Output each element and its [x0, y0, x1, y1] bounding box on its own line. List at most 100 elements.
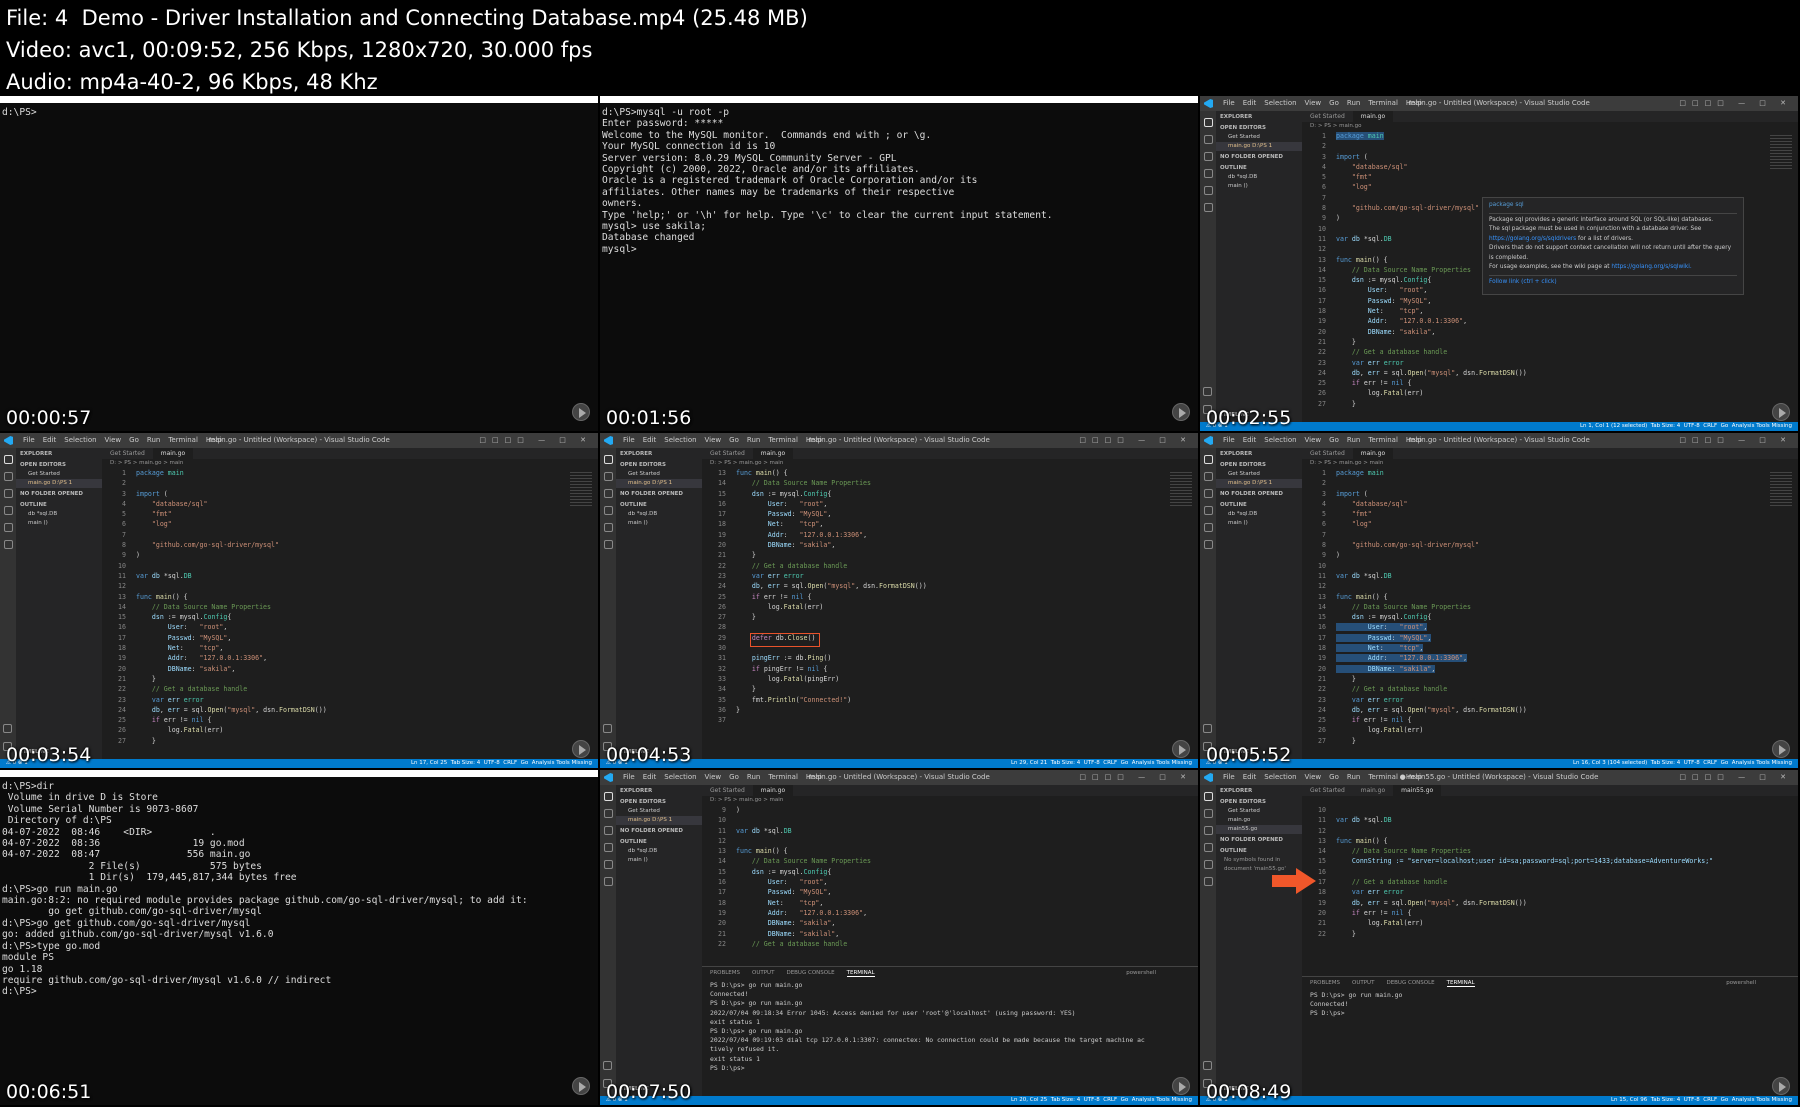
- tab-main[interactable]: main.go: [1353, 785, 1393, 796]
- outline-main[interactable]: main (): [1216, 519, 1302, 528]
- testing-icon[interactable]: [3, 540, 13, 549]
- extensions-icon[interactable]: [1203, 523, 1213, 532]
- status-tab-size[interactable]: Tab Size: 4: [1651, 760, 1680, 766]
- outline-db[interactable]: db *sql.DB: [1216, 173, 1302, 182]
- status-encoding[interactable]: UTF-8: [1684, 423, 1700, 429]
- open-editors-section[interactable]: OPEN EDITORS: [1216, 461, 1302, 470]
- open-editor-main[interactable]: main.go D:\PS 1: [616, 816, 702, 825]
- outline-section[interactable]: OUTLINE: [1216, 501, 1302, 510]
- menu-edit[interactable]: Edit: [1243, 96, 1257, 111]
- open-editors-section[interactable]: OPEN EDITORS: [16, 461, 102, 470]
- no-folder-section[interactable]: NO FOLDER OPENED: [16, 490, 102, 499]
- testing-icon[interactable]: [1203, 203, 1213, 212]
- status-tab-size[interactable]: Tab Size: 4: [1651, 1097, 1680, 1103]
- no-folder-section[interactable]: NO FOLDER OPENED: [1216, 836, 1302, 845]
- play-icon[interactable]: [572, 403, 590, 421]
- status-eol[interactable]: CRLF: [503, 760, 517, 766]
- video-thumbnail[interactable]: d:\PS>mysql -u root -p Enter password: **…: [600, 96, 1198, 431]
- run-debug-icon[interactable]: [603, 843, 613, 852]
- tab-main[interactable]: main.go: [752, 785, 794, 796]
- status-tab-size[interactable]: Tab Size: 4: [1651, 423, 1680, 429]
- tab-main[interactable]: main.go: [1352, 448, 1394, 459]
- testing-icon[interactable]: [1203, 540, 1213, 549]
- tab-get-started[interactable]: Get Started: [702, 448, 753, 459]
- panel-tab-terminal[interactable]: TERMINAL: [1446, 980, 1475, 987]
- panel-shell[interactable]: powershell: [1726, 977, 1756, 989]
- search-icon[interactable]: [3, 472, 13, 481]
- play-icon[interactable]: [1772, 740, 1790, 758]
- menu-file[interactable]: File: [1223, 433, 1235, 448]
- open-editor-get-started[interactable]: Get Started: [616, 470, 702, 479]
- menu-file[interactable]: File: [623, 770, 635, 785]
- play-icon[interactable]: [1172, 740, 1190, 758]
- play-icon[interactable]: [572, 740, 590, 758]
- menu-run[interactable]: Run: [1347, 96, 1360, 111]
- tab-main[interactable]: main.go: [752, 448, 794, 459]
- menu-run[interactable]: Run: [1347, 433, 1360, 448]
- testing-icon[interactable]: [1203, 877, 1213, 886]
- status-analysis[interactable]: Analysis Tools Missing: [1732, 1097, 1792, 1103]
- status-encoding[interactable]: UTF-8: [1084, 760, 1100, 766]
- window-controls-icon[interactable]: □□□□ — □ ✕: [1079, 433, 1192, 448]
- status-analysis[interactable]: Analysis Tools Missing: [1132, 1097, 1192, 1103]
- menu-terminal[interactable]: Terminal: [768, 770, 798, 785]
- menu-edit[interactable]: Edit: [43, 433, 57, 448]
- status-cursor[interactable]: Ln 15, Col 96: [1611, 1097, 1647, 1103]
- breadcrumb[interactable]: D: > PS > main.go: [1302, 122, 1798, 131]
- extensions-icon[interactable]: [603, 523, 613, 532]
- breadcrumb[interactable]: D: > PS > main.go > main: [702, 796, 1198, 805]
- video-thumbnail[interactable]: File Edit Selection View Go Run Terminal Help ma…: [0, 433, 598, 768]
- open-editors-section[interactable]: OPEN EDITORS: [1216, 124, 1302, 133]
- outline-section[interactable]: OUTLINE: [616, 501, 702, 510]
- menu-view[interactable]: View: [105, 433, 122, 448]
- status-eol[interactable]: CRLF: [1103, 760, 1117, 766]
- open-editor-get-started[interactable]: Get Started: [1216, 470, 1302, 479]
- menu-selection[interactable]: Selection: [64, 433, 96, 448]
- window-controls-icon[interactable]: □□□□ — □ ✕: [1679, 433, 1792, 448]
- status-language[interactable]: Go: [1121, 760, 1129, 766]
- outline-db[interactable]: db *sql.DB: [616, 510, 702, 519]
- account-icon[interactable]: [603, 724, 612, 733]
- status-cursor[interactable]: Ln 1, Col 1 (12 selected): [1580, 423, 1647, 429]
- extensions-icon[interactable]: [1203, 186, 1213, 195]
- panel-tab-debug-console[interactable]: DEBUG CONSOLE: [786, 970, 834, 976]
- menu-view[interactable]: View: [1305, 770, 1322, 785]
- panel-shell[interactable]: powershell: [1126, 967, 1156, 979]
- breadcrumb[interactable]: D: > PS > main.go > main: [702, 459, 1198, 468]
- breadcrumb[interactable]: D: > PS > main.go > main: [102, 459, 598, 468]
- open-editors-section[interactable]: OPEN EDITORS: [616, 798, 702, 807]
- source-control-icon[interactable]: [1203, 826, 1213, 835]
- menu-terminal[interactable]: Terminal: [1368, 96, 1398, 111]
- open-editor-main[interactable]: main.go D:\PS 1: [616, 479, 702, 488]
- account-icon[interactable]: [1203, 387, 1212, 396]
- open-editor-main[interactable]: main.go: [1216, 816, 1302, 825]
- menu-go[interactable]: Go: [729, 433, 739, 448]
- play-icon[interactable]: [1772, 403, 1790, 421]
- menu-file[interactable]: File: [623, 433, 635, 448]
- panel-tab-terminal[interactable]: TERMINAL: [846, 970, 875, 977]
- menu-terminal[interactable]: Terminal: [768, 433, 798, 448]
- status-eol[interactable]: CRLF: [1703, 1097, 1717, 1103]
- status-analysis[interactable]: Analysis Tools Missing: [1132, 760, 1192, 766]
- code-area[interactable]: 10 11 var db *sql.DB 12 13 func main() {14 //…: [1302, 805, 1798, 939]
- video-thumbnail[interactable]: d:\PS> 00:00:57: [0, 96, 598, 431]
- minimap[interactable]: [1170, 472, 1192, 506]
- search-icon[interactable]: [603, 809, 613, 818]
- menu-selection[interactable]: Selection: [664, 770, 696, 785]
- menu-file[interactable]: File: [1223, 96, 1235, 111]
- explorer-icon[interactable]: [3, 455, 13, 464]
- tab-get-started[interactable]: Get Started: [1302, 111, 1353, 122]
- hover-link-wiki[interactable]: https://golang.org/s/sqlwiki.: [1611, 264, 1691, 270]
- menu-edit[interactable]: Edit: [1243, 770, 1257, 785]
- extensions-icon[interactable]: [603, 860, 613, 869]
- menu-file[interactable]: File: [23, 433, 35, 448]
- video-thumbnail[interactable]: File Edit Selection View Go Run Terminal Help ma…: [600, 433, 1198, 768]
- panel-tab-debug-console[interactable]: DEBUG CONSOLE: [1386, 980, 1434, 986]
- status-encoding[interactable]: UTF-8: [1084, 1097, 1100, 1103]
- testing-icon[interactable]: [603, 540, 613, 549]
- outline-db[interactable]: db *sql.DB: [16, 510, 102, 519]
- minimap[interactable]: [570, 472, 592, 506]
- menu-view[interactable]: View: [1305, 433, 1322, 448]
- source-control-icon[interactable]: [1203, 152, 1213, 161]
- tab-get-started[interactable]: Get Started: [1302, 448, 1353, 459]
